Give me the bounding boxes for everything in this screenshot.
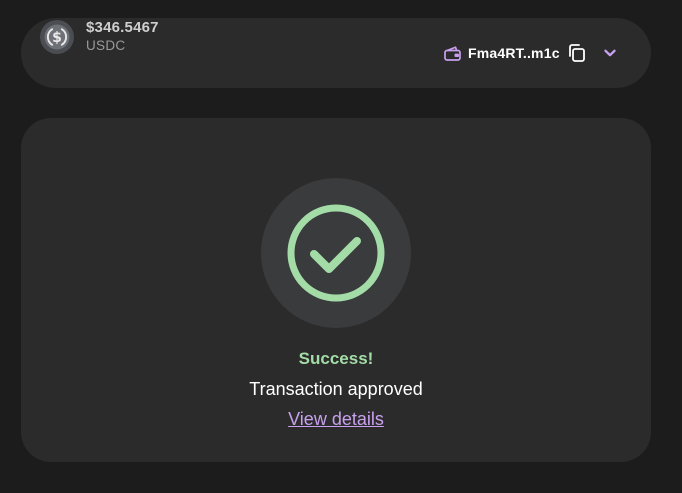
wallet-icon (444, 45, 461, 61)
check-circle-icon (261, 178, 411, 328)
copy-icon[interactable] (567, 43, 587, 63)
chevron-down-icon[interactable] (603, 46, 617, 60)
wallet-address[interactable]: Fma4RT..m1c (444, 43, 617, 63)
status-message: Transaction approved (249, 379, 423, 399)
usdc-dollar-icon: $ (40, 20, 74, 54)
token-symbol: USDC (86, 38, 126, 53)
token-balance: $346.5467 (86, 19, 159, 36)
status-title: Success! (298, 349, 374, 368)
transaction-result-card: Success! Transaction approved View detai… (21, 118, 651, 462)
check-icon (287, 204, 385, 302)
wallet-address-text: Fma4RT..m1c (468, 45, 560, 61)
view-details-container: View details (21, 408, 651, 430)
wallet-card: $ $346.5467 USDC Fma4RT..m1c (21, 18, 651, 88)
view-details-link[interactable]: View details (288, 409, 384, 429)
svg-text:$: $ (52, 30, 62, 46)
